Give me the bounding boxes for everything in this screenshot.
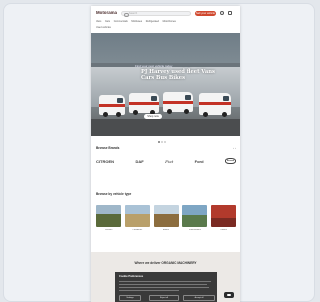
- category-card[interactable]: Combines: [124, 205, 150, 231]
- brands-carousel-arrows[interactable]: ‹ ›: [233, 146, 236, 150]
- site-logo[interactable]: Motorama: [96, 10, 117, 15]
- cookie-text-line: [119, 290, 179, 292]
- category-label: Tractors: [104, 229, 113, 231]
- brand-logos: CITROEN DAF Fiat Ford Renault: [96, 157, 236, 165]
- van-image: [129, 93, 159, 115]
- category-label: Combines: [132, 229, 143, 231]
- category-label: Balers: [162, 229, 170, 231]
- category-label: Telehandlers: [188, 229, 201, 231]
- category-image: [211, 205, 236, 227]
- cookie-accept-button[interactable]: Accept all: [183, 295, 215, 301]
- sell-vehicle-button[interactable]: Sell your vehicle: [195, 11, 216, 16]
- brand-logo[interactable]: Ford: [195, 159, 204, 164]
- brands-heading: Browse Brands: [96, 146, 120, 150]
- nav-item[interactable]: Used vehicles: [96, 26, 111, 29]
- hero-title: PJ Harvey used fleet Vans Cars Bus Bikes: [141, 69, 215, 82]
- brand-logo[interactable]: Fiat: [165, 159, 173, 164]
- main-nav: Vans Cars Commercials Minibuses Refriger…: [96, 20, 236, 24]
- cookie-text-line: [119, 284, 207, 286]
- carousel-dots[interactable]: [158, 130, 167, 148]
- categories-heading: Browse by vehicle type: [96, 192, 132, 196]
- category-card[interactable]: Telehandlers: [182, 205, 208, 231]
- chat-icon[interactable]: [224, 292, 234, 298]
- search-placeholder: Search: [129, 12, 138, 15]
- nav-item[interactable]: Cars: [105, 20, 110, 23]
- van-image: [199, 93, 231, 117]
- category-image: [153, 205, 179, 227]
- account-icon[interactable]: [220, 11, 224, 15]
- nav-item[interactable]: Vans: [96, 20, 101, 23]
- cookie-text-line: [119, 287, 209, 289]
- cookie-title: Cookie Preferences: [119, 275, 144, 278]
- delivery-heading: Where we deliver ORGANIC MACHINERY: [134, 261, 197, 265]
- category-label: Trailers: [219, 229, 228, 231]
- cookie-banner: Cookie Preferences Settings Reject all A…: [115, 272, 217, 302]
- nav-item[interactable]: Motorhomes: [163, 20, 176, 23]
- category-image: [96, 205, 121, 227]
- category-card[interactable]: Balers: [153, 205, 179, 231]
- website-screenshot: Motorama Search Sell your vehicle Vans C…: [91, 6, 240, 302]
- brand-logo[interactable]: CITROEN: [96, 159, 114, 164]
- basket-icon[interactable]: [228, 11, 232, 15]
- cookie-reject-button[interactable]: Reject all: [149, 295, 179, 301]
- category-image: [124, 205, 150, 227]
- nav-item[interactable]: Refrigerated: [146, 20, 159, 23]
- category-card[interactable]: Tractors: [96, 205, 121, 231]
- search-input[interactable]: Search: [121, 11, 191, 17]
- nav-item[interactable]: Commercials: [114, 20, 128, 23]
- category-image: [182, 205, 208, 227]
- brand-logo[interactable]: Renault: [224, 157, 236, 165]
- cookie-text-line: [119, 281, 211, 283]
- hero-banner: Find your next vehicle today PJ Harvey u…: [91, 33, 240, 136]
- category-grid: Tractors Combines Balers Telehandlers Tr…: [96, 205, 236, 231]
- category-card[interactable]: Trailers: [211, 205, 236, 231]
- nav-item[interactable]: Minibuses: [131, 20, 142, 23]
- brand-logo[interactable]: DAF: [135, 159, 143, 164]
- search-icon: [124, 12, 129, 17]
- site-header: Motorama Search Sell your vehicle Vans C…: [91, 6, 240, 32]
- hero-shop-button[interactable]: Shop now: [144, 114, 162, 119]
- van-image: [163, 92, 193, 114]
- hero-eyebrow: Find your next vehicle today: [135, 64, 173, 68]
- cookie-settings-button[interactable]: Settings: [119, 295, 141, 301]
- van-image: [99, 95, 125, 117]
